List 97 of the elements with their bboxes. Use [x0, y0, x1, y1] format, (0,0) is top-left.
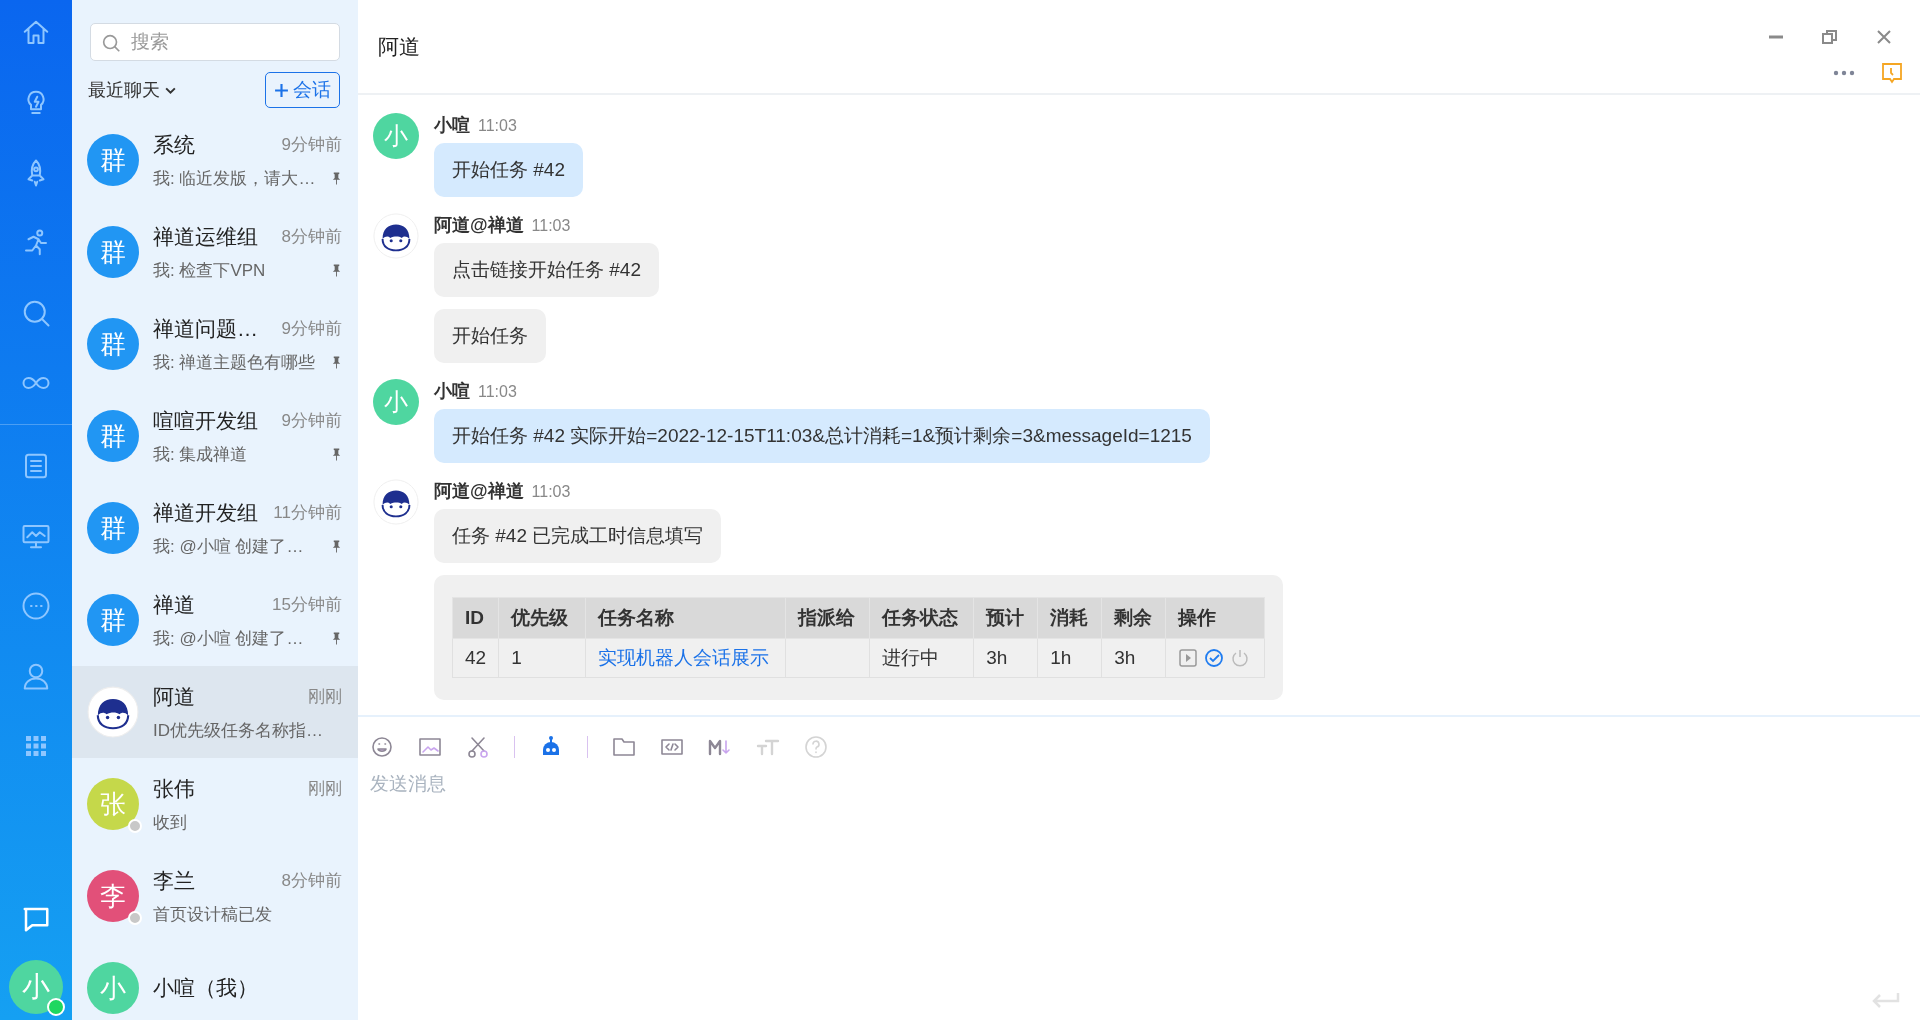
column-header: ID: [452, 597, 499, 639]
chat-time: 11分钟前: [273, 502, 342, 524]
message-time: 11:03: [531, 217, 571, 235]
column-header: 操作: [1165, 597, 1265, 639]
chat-time: 9分钟前: [281, 134, 342, 156]
chat-time: 8分钟前: [281, 226, 342, 248]
chat-list-item[interactable]: 阿道 刚刚 ID优先级任务名称指…: [72, 666, 358, 758]
chat-preview: 我: @小喧 创建了…: [153, 627, 304, 650]
chat-name: 喧喧开发组: [153, 407, 258, 434]
column-header: 指派给: [785, 597, 870, 639]
plus-icon: [274, 82, 289, 98]
help-icon[interactable]: [804, 735, 828, 759]
chat-time: 9分钟前: [281, 410, 342, 432]
avatar: 小: [87, 962, 139, 1014]
table-cell: 42: [465, 647, 487, 668]
filter-dropdown[interactable]: 最近聊天: [88, 78, 177, 102]
chat-preview: 首页设计稿已发: [153, 903, 272, 926]
emoji-icon[interactable]: [370, 735, 394, 759]
chat-name: 张伟: [153, 775, 195, 802]
message-time: 11:03: [478, 383, 517, 401]
chat-preview: ID优先级任务名称指…: [153, 719, 323, 742]
table-cell: 3h: [1114, 647, 1136, 668]
chat-list-item[interactable]: 群 禅道运维组 8分钟前 我: 检查下VPN: [72, 206, 358, 298]
avatar: 群: [87, 410, 139, 462]
clock-bubble-icon[interactable]: [1881, 62, 1903, 84]
chat-preview: 我: 禅道主题色有哪些: [153, 351, 316, 374]
message-bubble: 开始任务 #42 实际开始=2022-12-15T11:03&总计消耗=1&预计剩余=3&messageId=1215: [434, 409, 1210, 463]
chat-preview: 收到: [153, 811, 187, 834]
column-header: 任务名称: [585, 597, 786, 639]
chat-name: 小喧（我）: [153, 975, 258, 1001]
table-cell: 3h: [986, 647, 1008, 668]
avatar: 群: [87, 502, 139, 554]
avatar: 张: [87, 778, 139, 830]
chat-name: 禅道运维组: [153, 223, 258, 250]
power-icon[interactable]: [1230, 648, 1251, 668]
chat-title: 阿道: [378, 33, 420, 60]
avatar: 群: [87, 134, 139, 186]
folder-icon[interactable]: [612, 735, 636, 759]
message-time: 11:03: [478, 117, 517, 135]
sender-name: 阿道@禅道: [434, 480, 524, 503]
search-icon[interactable]: [21, 298, 51, 328]
chat-list-item[interactable]: 小 小喧（我）: [72, 942, 358, 1020]
chat-list-item[interactable]: 群 禅道 15分钟前 我: @小喧 创建了…: [72, 574, 358, 666]
chat-name: 阿道: [153, 683, 195, 710]
restore-icon[interactable]: [1820, 27, 1840, 47]
message-bubble: 开始任务: [434, 309, 546, 363]
message-bubble: 任务 #42 已完成工时信息填写: [434, 509, 722, 563]
column-header: 任务状态: [869, 597, 974, 639]
more-icon[interactable]: [1833, 70, 1855, 76]
avatar: 群: [87, 594, 139, 646]
more-icon[interactable]: [21, 591, 51, 621]
chat-preview: 我: @小喧 创建了…: [153, 535, 304, 558]
avatar: 群: [87, 226, 139, 278]
table-cell: 进行中: [882, 647, 940, 668]
chat-list-item[interactable]: 群 系统 9分钟前 我: 临近发版，请大…: [72, 114, 358, 206]
play-icon[interactable]: [1178, 648, 1199, 668]
chat-list-item[interactable]: 李 李兰 8分钟前 首页设计稿已发: [72, 850, 358, 942]
image-icon[interactable]: [418, 735, 442, 759]
new-chat-button[interactable]: 会话: [265, 72, 340, 108]
avatar: 小: [373, 113, 419, 159]
message-bubble: 开始任务 #42: [434, 143, 583, 197]
chat-time: 8分钟前: [281, 870, 342, 892]
chat-preview: 我: 检查下VPN: [153, 259, 266, 282]
sender-name: 小喧: [434, 380, 470, 403]
message-time: 11:03: [531, 483, 571, 501]
user-icon[interactable]: [21, 661, 51, 691]
chat-name: 禅道问题…: [153, 315, 258, 342]
chat-time: 刚刚: [308, 686, 342, 708]
sender-name: 阿道@禅道: [434, 214, 524, 237]
avatar: 李: [87, 870, 139, 922]
chat-time: 刚刚: [308, 778, 342, 800]
chat-name: 系统: [153, 131, 195, 158]
column-header: 剩余: [1101, 597, 1166, 639]
chat-preview: 我: 集成禅道: [153, 443, 248, 466]
table-cell: 1h: [1050, 647, 1072, 668]
chat-list-item[interactable]: 群 喧喧开发组 9分钟前 我: 集成禅道: [72, 390, 358, 482]
avatar: 群: [87, 318, 139, 370]
chat-name: 禅道开发组: [153, 499, 258, 526]
scissors-icon[interactable]: [466, 735, 490, 759]
column-header: 消耗: [1037, 597, 1102, 639]
chat-time: 9分钟前: [281, 318, 342, 340]
search-icon: [100, 32, 122, 54]
table-cell: 1: [511, 647, 522, 668]
sender-name: 小喧: [434, 114, 470, 137]
chat-list-item[interactable]: 张 张伟 刚刚 收到: [72, 758, 358, 850]
column-header: 预计: [973, 597, 1038, 639]
search-field[interactable]: 搜索: [90, 23, 340, 61]
chat-preview: 我: 临近发版，请大…: [153, 167, 316, 190]
avatar: 小: [373, 379, 419, 425]
check-circle-icon[interactable]: [1204, 648, 1225, 668]
message-bubble: 点击链接开始任务 #42: [434, 243, 659, 297]
chat-time: 15分钟前: [272, 594, 342, 616]
chat-list-item[interactable]: 群 禅道问题… 9分钟前 我: 禅道主题色有哪些: [72, 298, 358, 390]
chat-name: 禅道: [153, 591, 195, 618]
chat-name: 李兰: [153, 867, 195, 894]
chat-list-item[interactable]: 群 禅道开发组 11分钟前 我: @小喧 创建了…: [72, 482, 358, 574]
column-header: 优先级: [498, 597, 586, 639]
